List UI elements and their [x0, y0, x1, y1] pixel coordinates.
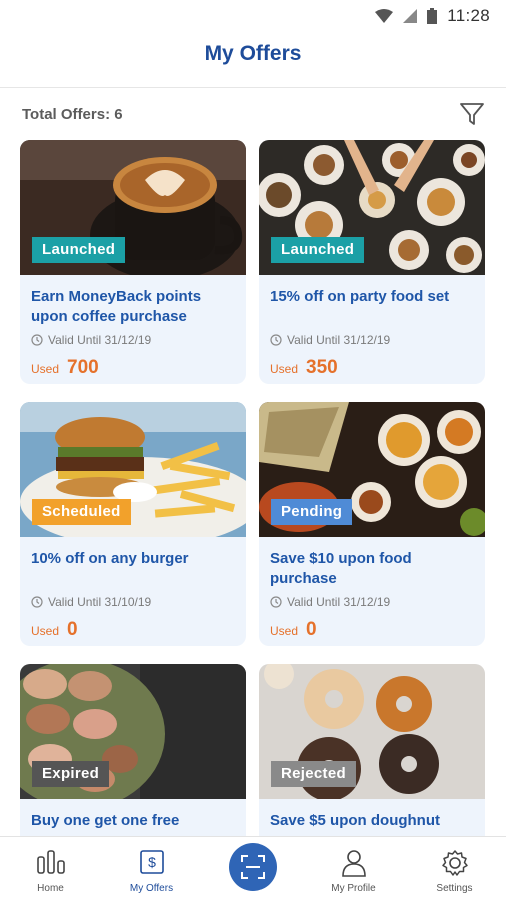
validity-text: Valid Until 31/10/19 [48, 595, 152, 609]
page-title: My Offers [204, 42, 302, 65]
toolbar: Total Offers: 6 [0, 88, 506, 138]
cell-signal-icon [403, 9, 418, 23]
offer-image-party-food: Launched [259, 140, 485, 275]
status-icons: 11:28 [375, 6, 490, 26]
offer-image-doughnuts: Rejected [259, 664, 485, 799]
offer-card[interactable]: Pending Save $10 upon food purchase Vali… [259, 402, 485, 646]
offer-grid: Launched Earn MoneyBack points upon coff… [0, 140, 506, 836]
clock-icon [31, 334, 43, 346]
used-count: 0 [306, 619, 317, 640]
nav-item-settings[interactable]: Settings [404, 837, 505, 900]
scan-icon [240, 855, 265, 879]
status-badge: Pending [271, 499, 353, 525]
used-label: Used [270, 624, 299, 638]
offer-image-coffee: Launched [20, 140, 246, 275]
offer-details: 15% off on party food set Valid Until 31… [259, 275, 485, 384]
offer-card[interactable]: Expired Buy one get one free [20, 664, 246, 836]
dollar-tag-icon: $ [139, 850, 164, 874]
used-count: 0 [67, 619, 78, 640]
clock-icon [270, 334, 282, 346]
nav-label: My Offers [129, 883, 174, 894]
offer-title: Save $10 upon food purchase [270, 550, 412, 587]
offer-details: Save $10 upon food purchase Valid Until … [259, 537, 485, 646]
nav-item-my-profile[interactable]: My Profile [303, 837, 404, 900]
nav-item-my-offers[interactable]: $ My Offers [101, 837, 202, 900]
validity-text: Valid Until 31/12/19 [48, 333, 152, 347]
offer-usage: Used 0 [270, 619, 475, 641]
used-label: Used [270, 362, 299, 376]
offer-card[interactable]: Launched 15% off on party food set Valid… [259, 140, 485, 384]
offer-title: Buy one get one free [31, 812, 180, 829]
offer-title: 15% off on party food set [270, 288, 450, 305]
app-header: My Offers [0, 34, 506, 88]
offer-details: Save $5 upon doughnut [259, 799, 485, 836]
validity-text: Valid Until 31/12/19 [287, 595, 391, 609]
validity-text: Valid Until 31/12/19 [287, 333, 391, 347]
offer-details: Buy one get one free [20, 799, 246, 836]
status-badge: Expired [32, 761, 110, 787]
gear-icon [441, 850, 468, 876]
clock-icon [31, 596, 43, 608]
clock-icon [270, 596, 282, 608]
nav-label: My Profile [331, 883, 376, 894]
status-time: 11:28 [447, 6, 490, 25]
offer-details: 10% off on any burger Valid Until 31/10/… [20, 537, 246, 646]
person-icon [341, 850, 366, 877]
offer-image-burger: Scheduled [20, 402, 246, 537]
scan-button[interactable] [228, 843, 277, 891]
status-badge: Launched [32, 237, 126, 263]
total-offers-count: Total Offers: 6 [22, 106, 123, 123]
used-count: 350 [306, 357, 338, 378]
offer-validity: Valid Until 31/12/19 [270, 595, 475, 609]
offer-usage: Used 0 [31, 619, 236, 641]
status-badge: Launched [271, 237, 365, 263]
used-label: Used [31, 624, 60, 638]
battery-icon [427, 8, 438, 24]
offer-title: Save $5 upon doughnut [270, 812, 441, 829]
offer-details: Earn MoneyBack points upon coffee purcha… [20, 275, 246, 384]
nav-label: Settings [436, 883, 473, 894]
offer-validity: Valid Until 31/10/19 [31, 595, 236, 609]
used-label: Used [31, 362, 60, 376]
bar-chart-icon [36, 850, 65, 874]
filter-icon [460, 103, 484, 125]
offer-validity: Valid Until 31/12/19 [270, 333, 475, 347]
offer-usage: Used 350 [270, 357, 475, 379]
offer-card[interactable]: Rejected Save $5 upon doughnut [259, 664, 485, 836]
used-count: 700 [67, 357, 99, 378]
offer-card[interactable]: Scheduled 10% off on any burger Valid Un… [20, 402, 246, 646]
wifi-icon [375, 9, 394, 23]
offer-card[interactable]: Launched Earn MoneyBack points upon coff… [20, 140, 246, 384]
status-badge: Rejected [271, 761, 356, 787]
offer-validity: Valid Until 31/12/19 [31, 333, 236, 347]
nav-label: Home [37, 883, 64, 894]
status-bar: 11:28 [0, 0, 506, 34]
offer-image-indian-food: Pending [259, 402, 485, 537]
offer-usage: Used 700 [31, 357, 236, 379]
filter-button[interactable] [458, 100, 486, 128]
offer-image-macarons: Expired [20, 664, 246, 799]
offer-title: Earn MoneyBack points upon coffee purcha… [31, 288, 202, 325]
status-badge: Scheduled [32, 499, 131, 525]
svg-text:$: $ [148, 854, 156, 870]
nav-item-scan[interactable] [202, 837, 303, 900]
offer-title: 10% off on any burger [31, 550, 189, 567]
bottom-nav: Home $ My Offers My Profile Settings [0, 836, 506, 900]
nav-item-home[interactable]: Home [0, 837, 101, 900]
